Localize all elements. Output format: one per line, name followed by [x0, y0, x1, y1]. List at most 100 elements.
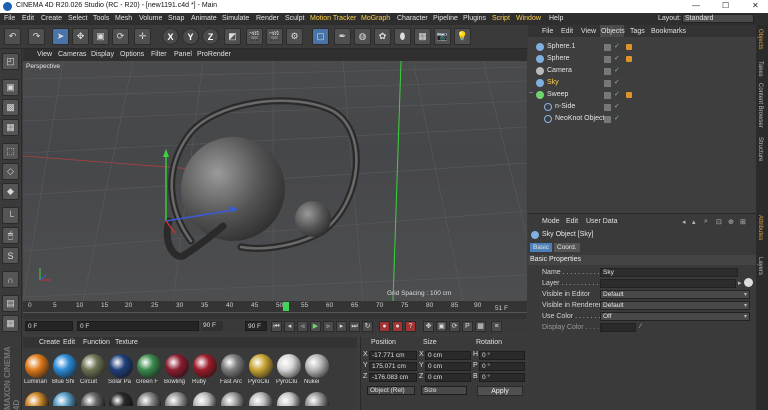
- viewport-menu-cameras[interactable]: Cameras: [58, 51, 86, 58]
- menu-character[interactable]: Character: [397, 15, 428, 22]
- planar-workplane-button[interactable]: ▦: [2, 315, 19, 332]
- menu-help[interactable]: Help: [549, 15, 563, 22]
- keyframe-selection-button[interactable]: ?: [405, 321, 416, 332]
- rotation-p-field[interactable]: 0 °: [479, 362, 525, 371]
- object-row-sky[interactable]: Sky ✓: [528, 78, 756, 89]
- tweak-mode-button[interactable]: 🖱: [2, 227, 19, 244]
- object-row-neoknot[interactable]: NeoKnot Object ✓: [528, 114, 756, 125]
- rotation-h-field[interactable]: 0 °: [479, 351, 525, 360]
- layer-picker-icon[interactable]: [744, 278, 753, 287]
- viewport-menu-panel[interactable]: Panel: [174, 51, 192, 58]
- subdivision-button[interactable]: ◍: [354, 28, 371, 45]
- material-menu-texture[interactable]: Texture: [115, 339, 138, 346]
- viewport-menu-options[interactable]: Options: [120, 51, 144, 58]
- material-swatch[interactable]: [221, 354, 245, 378]
- menu-window[interactable]: Window: [516, 15, 541, 22]
- new-window-icon[interactable]: ⊕: [728, 218, 734, 226]
- material-swatch[interactable]: [109, 392, 133, 406]
- layer-arrow-icon[interactable]: ▸: [738, 279, 742, 287]
- goto-end-button[interactable]: ⏭: [349, 321, 360, 332]
- expand-icon[interactable]: ⊞: [740, 218, 746, 226]
- display-color-swatch[interactable]: [600, 323, 636, 332]
- material-tag-icon[interactable]: [626, 92, 632, 98]
- material-tag-icon[interactable]: [626, 44, 632, 50]
- material-swatch[interactable]: [165, 392, 189, 406]
- close-button[interactable]: ✕: [752, 1, 759, 10]
- perspective-viewport[interactable]: Perspective Grid Spacing : 100 cm: [23, 61, 527, 301]
- key-rotation-button[interactable]: ⟳: [449, 321, 460, 332]
- select-tool-button[interactable]: ➤: [52, 28, 69, 45]
- object-row-sweep[interactable]: − Sweep ✓: [528, 90, 756, 101]
- enabled-check-icon[interactable]: ✓: [614, 90, 620, 98]
- workplane-mode-button[interactable]: ▦: [2, 119, 19, 136]
- polygons-mode-button[interactable]: ◆: [2, 183, 19, 200]
- play-button[interactable]: ▶: [310, 321, 321, 332]
- size-mode-select[interactable]: Size: [421, 386, 467, 395]
- array-button[interactable]: ✿: [374, 28, 391, 45]
- loop-button[interactable]: ↻: [362, 321, 373, 332]
- object-menu-view[interactable]: View: [581, 28, 596, 35]
- layer-field[interactable]: [600, 279, 736, 288]
- visibility-toggle[interactable]: [604, 92, 611, 99]
- object-menu-edit[interactable]: Edit: [561, 28, 573, 35]
- y-axis-button[interactable]: Y: [182, 28, 199, 45]
- menu-simulate[interactable]: Simulate: [222, 15, 249, 22]
- next-key-button[interactable]: ▸: [336, 321, 347, 332]
- object-row-camera[interactable]: Camera ✓: [528, 66, 756, 77]
- position-x-field[interactable]: -17.771 cm: [369, 351, 417, 360]
- snap-button[interactable]: S: [2, 247, 19, 264]
- material-swatch[interactable]: [81, 354, 105, 378]
- object-menu-objects[interactable]: Objects: [601, 28, 625, 35]
- enabled-check-icon[interactable]: ✓: [614, 42, 620, 50]
- material-menu-edit[interactable]: Edit: [63, 339, 75, 346]
- material-menu-create[interactable]: Create: [39, 339, 60, 346]
- lock-icon[interactable]: ⊡: [716, 218, 722, 226]
- goto-start-button[interactable]: ⏮: [271, 321, 282, 332]
- menu-tools[interactable]: Tools: [93, 15, 109, 22]
- material-swatch[interactable]: [137, 392, 161, 406]
- menu-plugins[interactable]: Plugins: [463, 15, 486, 22]
- maximize-button[interactable]: ☐: [722, 1, 729, 10]
- visibility-toggle[interactable]: [604, 56, 611, 63]
- nav-up-icon[interactable]: ▴: [692, 218, 696, 226]
- side-tab-content-browser[interactable]: Content Browser: [757, 83, 763, 128]
- lock-workplane-button[interactable]: ▤: [2, 295, 19, 312]
- material-swatch[interactable]: [221, 392, 245, 406]
- move-tool-button[interactable]: ✥: [72, 28, 89, 45]
- position-y-field[interactable]: 175.071 cm: [369, 362, 417, 371]
- viewport-menu-filter[interactable]: Filter: [151, 51, 167, 58]
- texture-mode-button[interactable]: ▩: [2, 99, 19, 116]
- sphere[interactable]: [181, 137, 285, 241]
- key-parameter-button[interactable]: P: [462, 321, 473, 332]
- material-swatch[interactable]: [53, 354, 77, 378]
- render-settings-button[interactable]: ⚙: [286, 28, 303, 45]
- size-z-field[interactable]: 0 cm: [425, 373, 471, 382]
- use-color-select[interactable]: Off ▾: [600, 312, 750, 321]
- menu-select[interactable]: Select: [68, 15, 87, 22]
- key-pla-button[interactable]: ▦: [475, 321, 486, 332]
- material-swatch[interactable]: [25, 354, 49, 378]
- material-swatch[interactable]: [53, 392, 77, 406]
- next-frame-button[interactable]: ▹: [323, 321, 334, 332]
- viewport-menu-view[interactable]: View: [37, 51, 52, 58]
- menu-animate[interactable]: Animate: [191, 15, 217, 22]
- sphere-1[interactable]: [295, 201, 331, 237]
- camera-button[interactable]: 📷: [434, 28, 451, 45]
- menu-sculpt[interactable]: Sculpt: [285, 15, 304, 22]
- attribute-menu-user-data[interactable]: User Data: [586, 218, 618, 225]
- menu-edit[interactable]: Edit: [22, 15, 34, 22]
- key-position-button[interactable]: ✥: [423, 321, 434, 332]
- material-swatch[interactable]: [277, 392, 301, 406]
- make-editable-button[interactable]: ◰: [2, 53, 19, 70]
- object-row-n-side[interactable]: n-Side ✓: [528, 102, 756, 113]
- pen-spline-button[interactable]: ✒: [334, 28, 351, 45]
- object-menu-tags[interactable]: Tags: [630, 28, 645, 35]
- scale-tool-button[interactable]: ▣: [92, 28, 109, 45]
- material-swatch[interactable]: [81, 392, 105, 406]
- visibility-toggle[interactable]: [604, 44, 611, 51]
- enabled-check-icon[interactable]: ✓: [614, 114, 620, 122]
- recent-tool-button[interactable]: ✛: [134, 28, 151, 45]
- attribute-menu-mode[interactable]: Mode: [542, 218, 560, 225]
- edges-mode-button[interactable]: ◇: [2, 163, 19, 180]
- material-swatch[interactable]: [193, 392, 217, 406]
